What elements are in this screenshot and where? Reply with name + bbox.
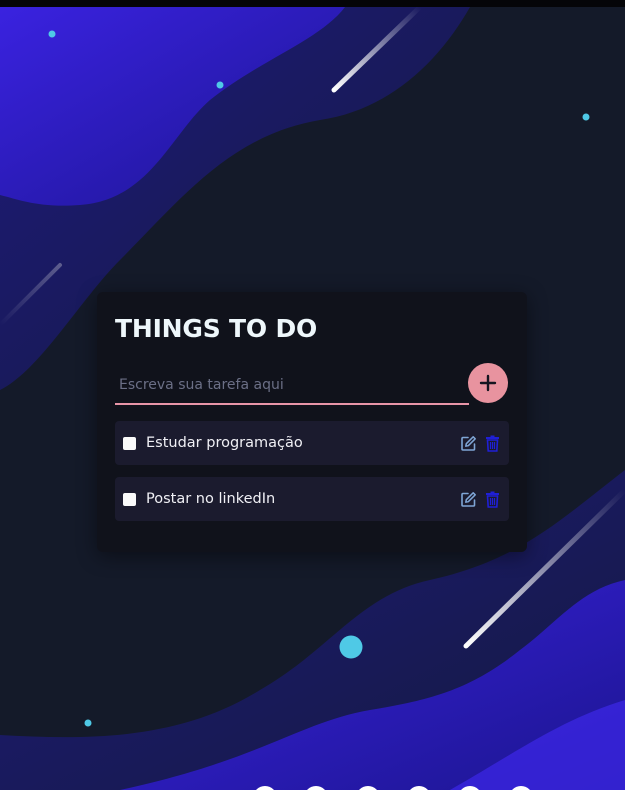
star-dot — [582, 113, 590, 121]
task-label: Postar no linkedIn — [146, 491, 276, 507]
star-dot — [216, 81, 224, 89]
task-checkbox[interactable] — [123, 492, 136, 506]
star-dot — [84, 719, 92, 727]
edit-task-button[interactable] — [459, 434, 477, 452]
delete-task-button[interactable] — [483, 434, 501, 452]
planet-dot — [339, 635, 363, 659]
todo-card: THINGS TO DO Estudar programação — [97, 292, 527, 552]
add-task-button[interactable] — [468, 363, 508, 403]
task-checkbox[interactable] — [123, 436, 136, 450]
edit-icon — [460, 491, 476, 507]
top-bar — [0, 0, 625, 7]
task-item: Estudar programação — [115, 421, 509, 465]
edit-icon — [460, 435, 476, 451]
delete-task-button[interactable] — [483, 490, 501, 508]
app-title: THINGS TO DO — [115, 314, 318, 343]
edit-task-button[interactable] — [459, 490, 477, 508]
task-input[interactable] — [115, 367, 469, 405]
plus-icon — [479, 374, 497, 392]
star-dot — [48, 30, 56, 38]
task-label: Estudar programação — [146, 435, 303, 451]
trash-icon — [485, 435, 499, 452]
task-item: Postar no linkedIn — [115, 477, 509, 521]
new-task-form — [115, 363, 509, 415]
bottom-decor-circles — [256, 786, 530, 790]
task-list: Estudar programação Postar no linkedIn — [115, 421, 509, 521]
trash-icon — [485, 491, 499, 508]
